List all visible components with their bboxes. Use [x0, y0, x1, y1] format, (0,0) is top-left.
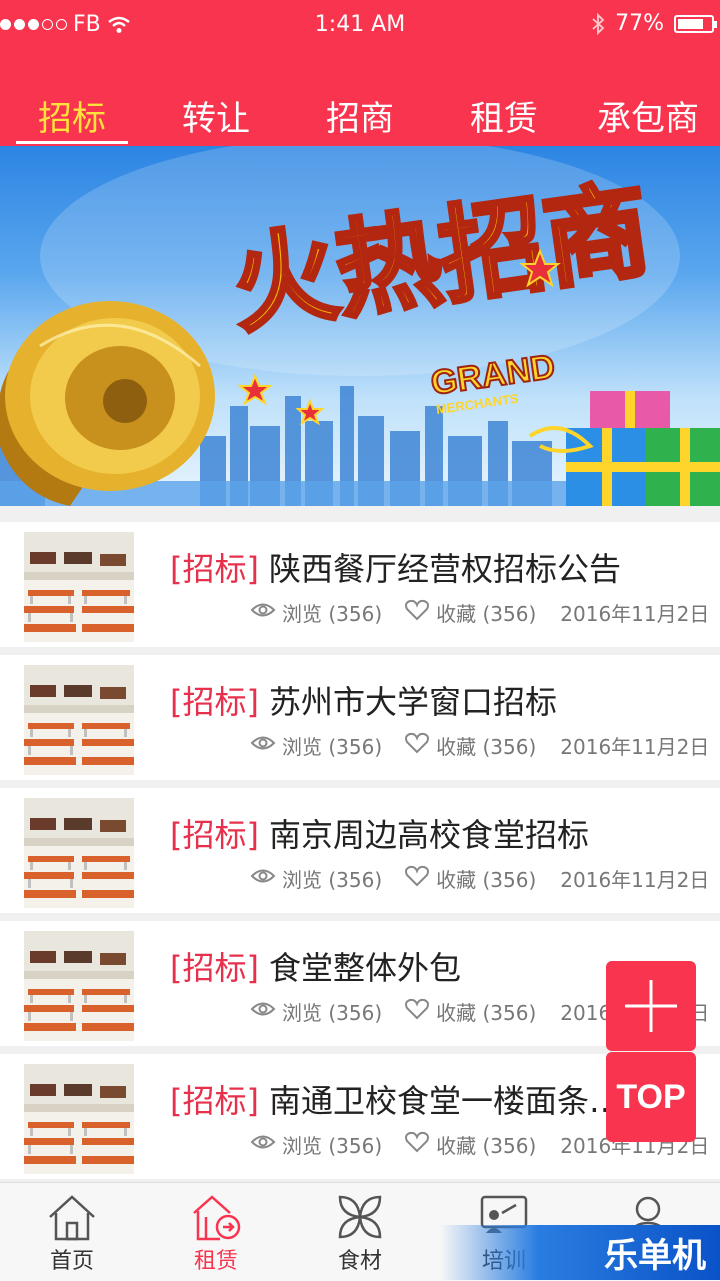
rent-icon	[193, 1195, 241, 1241]
item-date: 2016年11月2日	[560, 868, 710, 892]
nav-rent-label: 租赁	[193, 1249, 238, 1274]
item-thumbnail	[24, 931, 134, 1041]
list-item[interactable]: [招标] 苏州市大学窗口招标 浏览 (356) 收藏 (356) 2016年11月…	[0, 655, 720, 780]
item-thumbnail	[24, 665, 134, 775]
nav-home-label: 首页	[49, 1249, 94, 1274]
watermark-logo: 乐单机	[440, 1225, 720, 1280]
category-tabs: 招标 转让 招商 租赁 承包商	[0, 92, 720, 146]
plus-icon	[625, 980, 677, 1032]
heart-icon	[404, 732, 430, 759]
eye-icon	[250, 865, 276, 892]
eye-icon	[250, 599, 276, 626]
item-tag: [招标]	[170, 816, 259, 854]
item-title-text: 食堂整体外包	[268, 949, 461, 987]
eye-icon	[250, 732, 276, 759]
favorites-count[interactable]: 收藏 (356)	[404, 598, 536, 627]
status-right: 77%	[591, 11, 717, 36]
nav-home[interactable]: 首页	[0, 1183, 144, 1281]
item-title-text: 南京周边高校食堂招标	[268, 816, 589, 854]
heart-icon	[404, 599, 430, 626]
home-icon	[49, 1195, 95, 1241]
item-title-text: 陕西餐厅经营权招标公告	[268, 550, 621, 588]
header: FB 1:41 AM 77% 招标 转让 招商 租赁 承包商	[0, 0, 720, 146]
tab-bidding[interactable]: 招标	[0, 92, 144, 146]
item-title-text: 南通卫校食堂一楼面条…	[268, 1082, 621, 1120]
item-meta: 浏览 (356) 收藏 (356) 2016年11月2日	[250, 864, 709, 893]
item-date: 2016年11月2日	[560, 602, 710, 626]
item-tag: [招标]	[170, 949, 259, 987]
views-label: 浏览 (356)	[282, 1134, 383, 1158]
favorites-count[interactable]: 收藏 (356)	[404, 864, 536, 893]
views-label: 浏览 (356)	[282, 868, 383, 892]
eye-icon	[250, 998, 276, 1025]
item-title: [招标] 陕西餐厅经营权招标公告	[170, 544, 700, 590]
heart-icon	[404, 865, 430, 892]
favorites-count[interactable]: 收藏 (356)	[404, 997, 536, 1026]
tab-investment[interactable]: 招商	[288, 92, 432, 146]
tab-transfer[interactable]: 转让	[144, 92, 288, 146]
views-count: 浏览 (356)	[250, 731, 382, 760]
heart-icon	[404, 998, 430, 1025]
bluetooth-icon	[592, 12, 605, 35]
views-label: 浏览 (356)	[282, 1001, 383, 1025]
item-thumbnail	[24, 798, 134, 908]
favorites-label: 收藏 (356)	[436, 868, 537, 892]
heart-icon	[404, 1131, 430, 1158]
gramophone-graphic	[0, 301, 215, 506]
tab-contractor[interactable]: 承包商	[576, 92, 720, 146]
favorites-count[interactable]: 收藏 (356)	[404, 731, 536, 760]
nav-ingredients-label: 食材	[337, 1249, 382, 1274]
list-item[interactable]: [招标] 陕西餐厅经营权招标公告 浏览 (356) 收藏 (356) 2016年1…	[0, 522, 720, 647]
item-title: [招标] 南京周边高校食堂招标	[170, 810, 700, 856]
views-count: 浏览 (356)	[250, 864, 382, 893]
views-label: 浏览 (356)	[282, 602, 383, 626]
favorites-count[interactable]: 收藏 (356)	[404, 1130, 536, 1159]
back-to-top-button[interactable]: TOP	[606, 1052, 696, 1142]
item-date: 2016年11月2日	[560, 735, 710, 759]
views-count: 浏览 (356)	[250, 1130, 382, 1159]
item-meta: 浏览 (356) 收藏 (356) 2016年11月2日	[250, 598, 709, 627]
battery-percent: 77%	[615, 11, 664, 36]
favorites-label: 收藏 (356)	[436, 1134, 537, 1158]
views-label: 浏览 (356)	[282, 735, 383, 759]
add-button[interactable]	[606, 961, 696, 1051]
promo-banner[interactable]: 火热招商 GRAND MERCHANTS	[0, 146, 720, 506]
favorites-label: 收藏 (356)	[436, 735, 537, 759]
item-meta: 浏览 (356) 收藏 (356) 2016年11月2日	[250, 731, 709, 760]
nav-rent[interactable]: 租赁	[144, 1183, 288, 1281]
item-thumbnail	[24, 532, 134, 642]
status-bar: FB 1:41 AM 77%	[0, 0, 720, 50]
views-count: 浏览 (356)	[250, 997, 382, 1026]
list-item[interactable]: [招标] 南京周边高校食堂招标 浏览 (356) 收藏 (356) 2016年11…	[0, 788, 720, 913]
tab-leasing[interactable]: 租赁	[432, 92, 576, 146]
item-title: [招标] 苏州市大学窗口招标	[170, 677, 700, 723]
ingredients-icon	[338, 1195, 382, 1239]
item-title-text: 苏州市大学窗口招标	[268, 683, 557, 721]
item-tag: [招标]	[170, 683, 259, 721]
views-count: 浏览 (356)	[250, 598, 382, 627]
banner-artwork: 火热招商 GRAND MERCHANTS	[0, 146, 720, 506]
favorites-label: 收藏 (356)	[436, 1001, 537, 1025]
nav-ingredients[interactable]: 食材	[288, 1183, 432, 1281]
item-tag: [招标]	[170, 1082, 259, 1120]
battery-icon	[674, 14, 717, 33]
eye-icon	[250, 1131, 276, 1158]
favorites-label: 收藏 (356)	[436, 602, 537, 626]
item-tag: [招标]	[170, 550, 259, 588]
item-thumbnail	[24, 1064, 134, 1174]
